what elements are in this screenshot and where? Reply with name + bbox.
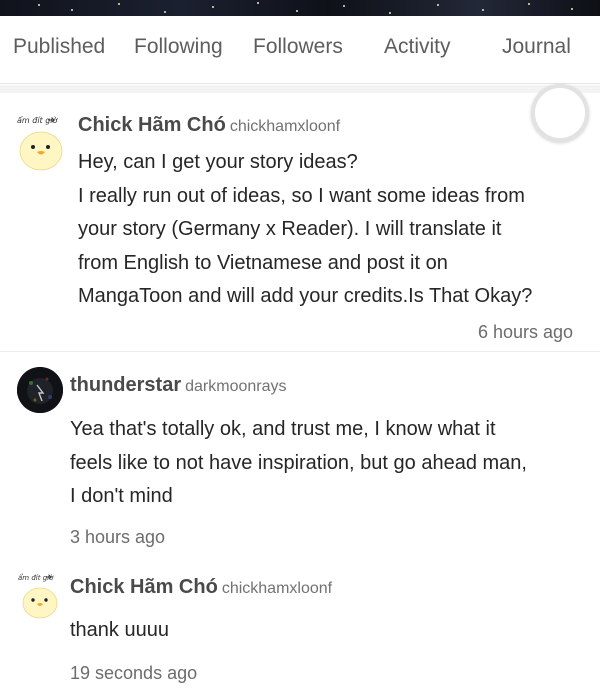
comment-timestamp: 6 hours ago bbox=[478, 322, 574, 342]
author-name[interactable]: Chick Hãm Chó bbox=[78, 114, 226, 136]
comment-line: Yea that's totally ok, and trust me, I k… bbox=[70, 418, 496, 440]
comment-line: from English to Vietnamese and post it o… bbox=[78, 251, 448, 274]
comment-line: Hey, can I get your story ideas? bbox=[78, 151, 358, 173]
comment-body: thank uuuu bbox=[70, 614, 169, 648]
comment-timestamp: 19 seconds ago bbox=[70, 663, 198, 683]
comment-body: Hey, can I get your story ideas? I reall… bbox=[78, 146, 532, 314]
tab-activity[interactable]: Activity bbox=[384, 35, 451, 59]
comment-header: Chick Hãm Chó chickhamxloonf bbox=[78, 114, 340, 137]
comment-timestamp: 3 hours ago bbox=[70, 527, 166, 547]
author-handle[interactable]: chickhamxloonf bbox=[230, 118, 340, 135]
comment-body: Yea that's totally ok, and trust me, I k… bbox=[70, 413, 527, 514]
user-avatar[interactable]: ẩm đít giờ bbox=[16, 571, 64, 619]
comment-line: thank uuuu bbox=[70, 619, 169, 641]
comment-line: MangaToon and will add your credits.Is T… bbox=[78, 285, 533, 307]
author-name[interactable]: Chick Hãm Chó bbox=[70, 576, 218, 598]
tab-published[interactable]: Published bbox=[13, 35, 105, 59]
profile-banner bbox=[0, 0, 600, 16]
comment-header: thunderstar darkmoonrays bbox=[70, 374, 287, 397]
user-avatar[interactable] bbox=[17, 367, 63, 413]
tab-following[interactable]: Following bbox=[134, 35, 223, 59]
comment-separator bbox=[0, 351, 600, 352]
tab-followers[interactable]: Followers bbox=[253, 35, 343, 59]
comment-line: I don't mind bbox=[70, 485, 173, 507]
author-handle[interactable]: darkmoonrays bbox=[185, 378, 286, 395]
author-handle[interactable]: chickhamxloonf bbox=[222, 580, 332, 597]
comment-line: your story (Germany x Reader). I will tr… bbox=[78, 218, 502, 240]
comment-line: I really run out of ideas, so I want som… bbox=[78, 184, 525, 207]
chick-avatar-icon: ẩm đít giờ bbox=[17, 115, 63, 171]
floating-action-button[interactable] bbox=[531, 84, 589, 142]
chick-avatar-icon: ẩm đít giờ bbox=[18, 573, 58, 619]
profile-tabs: Published Following Followers Activity J… bbox=[0, 16, 600, 84]
tabs-divider bbox=[0, 85, 600, 93]
author-name[interactable]: thunderstar bbox=[70, 374, 181, 396]
user-avatar[interactable]: ẩm đít giờ bbox=[15, 112, 67, 172]
comment-header: Chick Hãm Chó chickhamxloonf bbox=[70, 576, 332, 599]
comment-line: feels like to not have inspiration, but … bbox=[70, 451, 527, 474]
thunderstar-avatar-icon bbox=[17, 367, 63, 413]
tab-journal[interactable]: Journal bbox=[502, 35, 571, 59]
